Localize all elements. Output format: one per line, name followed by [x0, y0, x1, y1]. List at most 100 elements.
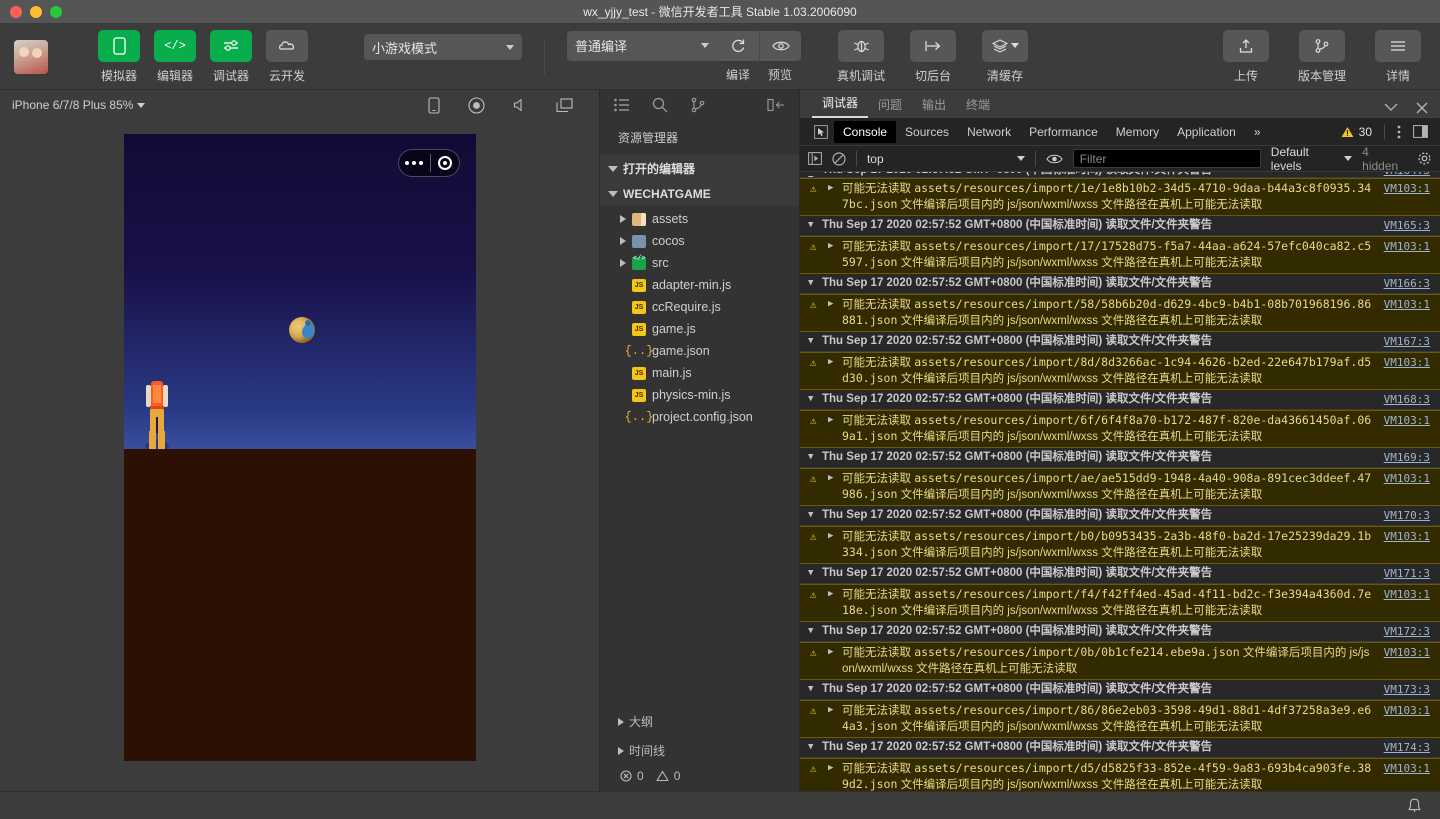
tree-item-src[interactable]: src [600, 252, 799, 274]
editor-button[interactable]: </> 编辑器 [154, 29, 196, 84]
bell-icon[interactable] [1407, 798, 1422, 814]
remote-debug-button[interactable]: 真机调试 [833, 29, 889, 84]
console-warning-row[interactable]: ⚠ ▶ 可能无法读取 assets/resources/import/58/58b6… [800, 294, 1440, 332]
console-warning-row[interactable]: ⚠ ▶ 可能无法读取 assets/resources/import/6f/6f4f… [800, 410, 1440, 448]
console-warning-row[interactable]: ⚠ ▶ 可能无法读取 assets/resources/import/f4/f42f… [800, 584, 1440, 622]
tab-output[interactable]: 输出 [912, 96, 956, 118]
chevron-right-icon-warn[interactable]: ▶ [828, 471, 836, 486]
tree-item-game-js[interactable]: JS game.js [600, 318, 799, 340]
console-source-link[interactable]: VM170:3 [1384, 508, 1440, 523]
files-icon[interactable] [614, 98, 630, 112]
compile-mode-select[interactable]: 普通编译 [567, 30, 717, 61]
console-source-link[interactable]: VM165:3 [1384, 218, 1440, 233]
console-source-link[interactable]: VM103:1 [1384, 297, 1440, 312]
details-button[interactable]: 详情 [1370, 29, 1426, 84]
console-warning-row[interactable]: ⚠ ▶ 可能无法读取 assets/resources/import/b0/b095… [800, 526, 1440, 564]
tree-item-physics-min-js[interactable]: JS physics-min.js [600, 384, 799, 406]
execute-icon[interactable] [808, 152, 822, 165]
status-badge-warnings[interactable]: 30 [1341, 125, 1372, 139]
devtools-tab-performance[interactable]: Performance [1020, 121, 1107, 143]
console-source-link[interactable]: VM174:3 [1384, 740, 1440, 755]
devtools-tab-memory[interactable]: Memory [1107, 121, 1168, 143]
problems-status[interactable]: 0 0 [600, 765, 799, 791]
console-group-row[interactable]: ▼ Thu Sep 17 2020 02:57:52 GMT+0800 (中国标准… [800, 274, 1440, 294]
console-warning-row[interactable]: ⚠ ▶ 可能无法读取 assets/resources/import/8d/8d32… [800, 352, 1440, 390]
source-control-icon[interactable] [690, 97, 706, 113]
console-warning-row[interactable]: ⚠ ▶ 可能无法读取 assets/resources/import/86/86e2… [800, 700, 1440, 738]
console-source-link[interactable]: VM103:1 [1384, 181, 1440, 196]
tree-item-cocos[interactable]: cocos [600, 230, 799, 252]
console-warning-row[interactable]: ⚠ ▶ 可能无法读取 assets/resources/import/0b/0b1c… [800, 642, 1440, 680]
tab-debugger[interactable]: 调试器 [812, 94, 869, 118]
upload-button[interactable]: 上传 [1218, 29, 1274, 84]
multi-window-icon[interactable] [556, 97, 573, 113]
live-expression-icon[interactable] [1046, 153, 1063, 165]
chevron-right-icon-warn[interactable]: ▶ [828, 413, 836, 428]
console-group-row[interactable]: ▼ Thu Sep 17 2020 02:57:52 GMT+0800 (中国标准… [800, 332, 1440, 352]
version-control-button[interactable]: 版本管理 [1294, 29, 1350, 84]
more-options-icon[interactable] [1397, 125, 1401, 139]
console-source-link[interactable]: VM168:3 [1384, 392, 1440, 407]
preview-button[interactable]: 预览 [759, 30, 801, 83]
section-open-editors[interactable]: 打开的编辑器 [600, 155, 799, 182]
console-source-link[interactable]: VM103:1 [1384, 645, 1440, 660]
devtools-tab-network[interactable]: Network [958, 121, 1020, 143]
record-circle-icon[interactable] [431, 156, 459, 170]
more-dots-icon[interactable] [399, 161, 430, 165]
console-group-row[interactable]: ▼ Thu Sep 17 2020 02:57:52 GMT+0800 (中国标准… [800, 680, 1440, 700]
devtools-tab-sources[interactable]: Sources [896, 121, 958, 143]
console-source-link[interactable]: VM103:1 [1384, 703, 1440, 718]
console-warning-row[interactable]: ⚠ ▶ 可能无法读取 assets/resources/import/ae/ae51… [800, 468, 1440, 506]
console-group-row[interactable]: ▼ Thu Sep 17 2020 02:57:52 GMT+0800 (中国标准… [800, 564, 1440, 584]
record-icon[interactable] [468, 96, 485, 114]
console-source-link[interactable]: VM171:3 [1384, 566, 1440, 581]
compile-button[interactable]: 编译 [717, 30, 759, 83]
console-group-row[interactable]: ▼ Thu Sep 17 2020 02:57:52 GMT+0800 (中国标准… [800, 448, 1440, 468]
close-icon-panel[interactable] [1416, 102, 1428, 114]
levels-select[interactable]: Default levels [1271, 145, 1353, 173]
chevron-right-icon-warn[interactable]: ▶ [828, 761, 836, 776]
chevron-right-icon-warn[interactable]: ▶ [828, 645, 836, 660]
console-warning-row[interactable]: ⚠ ▶ 可能无法读取 assets/resources/import/d5/d582… [800, 758, 1440, 791]
cloud-dev-button[interactable]: 云开发 [266, 29, 308, 84]
chevron-right-icon-warn[interactable]: ▶ [828, 355, 836, 370]
context-select[interactable]: top [867, 152, 1025, 166]
tab-problems[interactable]: 问题 [868, 96, 912, 118]
background-button[interactable]: 切后台 [905, 29, 961, 84]
wechat-capsule-bar[interactable] [397, 149, 460, 177]
chevron-down-icon-panel[interactable] [1384, 102, 1398, 114]
chevron-right-icon-warn[interactable]: ▶ [828, 529, 836, 544]
console-source-link[interactable]: VM103:1 [1384, 471, 1440, 486]
console-source-link[interactable]: VM103:1 [1384, 761, 1440, 776]
tab-terminal[interactable]: 终端 [956, 96, 1000, 118]
close-button[interactable] [10, 5, 22, 18]
devtools-tab-application[interactable]: Application [1168, 121, 1245, 143]
tree-item-adapter-min-js[interactable]: JS adapter-min.js [600, 274, 799, 296]
console-group-row[interactable]: ▼ Thu Sep 17 2020 02:57:52 GMT+0800 (中国标准… [800, 738, 1440, 758]
volume-icon[interactable] [513, 98, 528, 112]
search-icon[interactable] [652, 97, 668, 113]
chevron-right-icon-warn[interactable]: ▶ [828, 703, 836, 718]
console-warning-row[interactable]: ⚠ ▶ 可能无法读取 assets/resources/import/1e/1e8b… [800, 178, 1440, 216]
chevron-right-icon-warn[interactable]: ▶ [828, 239, 836, 254]
tree-item-assets[interactable]: assets [600, 208, 799, 230]
section-project[interactable]: WECHATGAME [600, 182, 799, 206]
dock-side-icon[interactable] [1413, 125, 1428, 138]
section-timeline[interactable]: 时间线 [600, 736, 799, 765]
debugger-button[interactable]: 调试器 [210, 29, 252, 84]
console-source-link[interactable]: VM166:3 [1384, 276, 1440, 291]
chevron-right-icon-warn[interactable]: ▶ [828, 297, 836, 312]
console-group-row[interactable]: ▼ Thu Sep 17 2020 02:57:52 GMT+0800 (中国标准… [800, 390, 1440, 410]
console-group-row[interactable]: ▼ Thu Sep 17 2020 02:57:52 GMT+0800 (中国标准… [800, 622, 1440, 642]
inspect-element-icon[interactable] [808, 124, 834, 139]
tree-item-ccrequire-js[interactable]: JS ccRequire.js [600, 296, 799, 318]
search-input[interactable]: Filter [1072, 149, 1261, 168]
section-outline[interactable]: 大纲 [600, 707, 799, 736]
console-source-link[interactable]: VM103:1 [1384, 529, 1440, 544]
console-group-row[interactable]: ▼ Thu Sep 17 2020 02:57:52 GMT+0800 (中国标准… [800, 506, 1440, 526]
rotate-device-icon[interactable] [428, 96, 440, 114]
console-source-link[interactable]: VM103:1 [1384, 587, 1440, 602]
game-canvas[interactable] [123, 134, 476, 761]
console-source-link[interactable]: VM103:1 [1384, 239, 1440, 254]
tree-item-project-config-json[interactable]: {..} project.config.json [600, 406, 799, 428]
